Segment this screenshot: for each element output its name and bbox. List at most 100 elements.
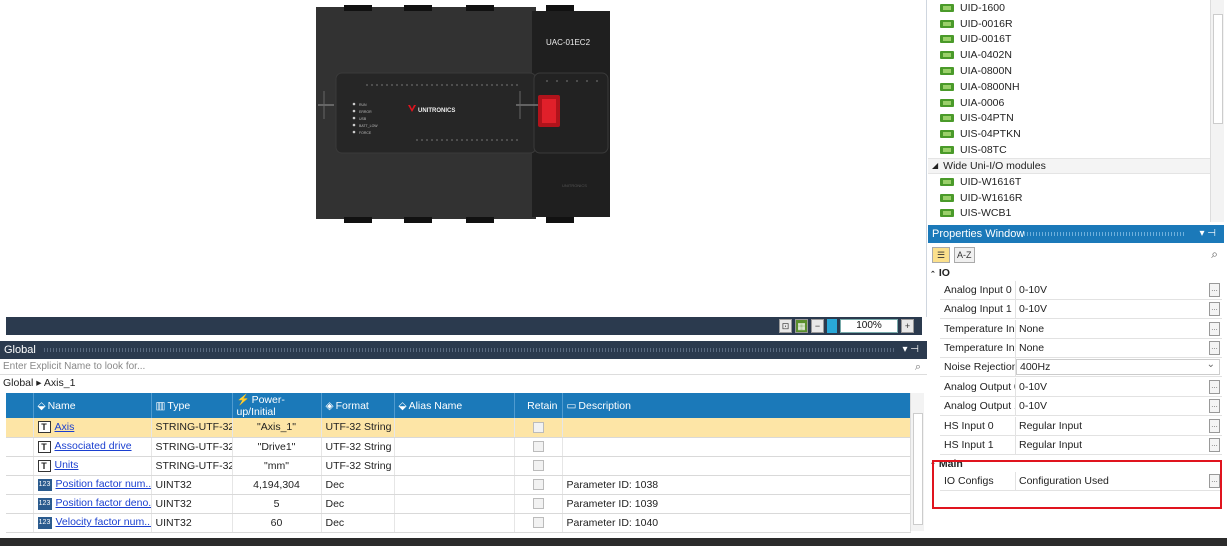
tag-initial-cell[interactable]: "mm" — [232, 456, 322, 476]
property-row[interactable]: Temperature In... None… — [940, 320, 1222, 339]
property-row[interactable]: Analog Output 0 0-10V… — [940, 378, 1222, 397]
grid-icon[interactable]: ▦ — [795, 319, 808, 333]
pin-icon[interactable]: ▾ ⊣ — [902, 341, 919, 359]
property-row[interactable]: Temperature In... None… — [940, 339, 1222, 358]
table-row[interactable]: 123 Velocity factor num... UINT32 60 Dec … — [6, 513, 911, 533]
table-row[interactable]: T Units STRING-UTF-32 "mm" UTF-32 String — [6, 456, 911, 476]
breadcrumb-leaf[interactable]: Axis_1 — [44, 377, 76, 389]
tag-alias-cell[interactable] — [394, 456, 515, 476]
tag-type-cell[interactable]: STRING-UTF-32 — [151, 456, 233, 476]
breadcrumb-root[interactable]: Global — [3, 377, 33, 389]
property-editor-button[interactable]: … — [1209, 399, 1220, 413]
tag-description-cell[interactable]: Parameter ID: 1038 — [562, 475, 911, 495]
tag-description-cell[interactable] — [562, 437, 911, 457]
retain-checkbox[interactable] — [532, 421, 544, 433]
retain-checkbox-cell[interactable] — [514, 513, 563, 533]
tag-type-cell[interactable]: UINT32 — [151, 513, 233, 533]
tag-initial-cell[interactable]: 60 — [232, 513, 322, 533]
tag-description-cell[interactable] — [562, 418, 911, 438]
retain-checkbox-cell[interactable] — [514, 475, 563, 495]
tag-format-cell[interactable]: Dec — [321, 513, 395, 533]
tag-name-cell[interactable]: 123 Velocity factor num... — [33, 513, 152, 533]
global-search-input[interactable]: Enter Explicit Name to look for... ⌕ — [0, 360, 927, 375]
category-io[interactable]: ⌃ IO — [930, 267, 950, 279]
list-item[interactable]: UID-W1616T — [928, 174, 1210, 190]
property-editor-button[interactable]: … — [1209, 419, 1220, 433]
list-item[interactable]: UIA-0800N — [928, 63, 1210, 79]
property-row[interactable]: HS Input 1 Regular Input… — [940, 436, 1222, 455]
module-group-header[interactable]: ◢ Wide Uni-I/O modules — [928, 157, 1210, 174]
property-row[interactable]: HS Input 0 Regular Input… — [940, 417, 1222, 436]
noise-rejection-select[interactable]: 400Hz — [1016, 359, 1220, 375]
retain-checkbox-cell[interactable] — [514, 418, 563, 438]
tag-name-cell[interactable]: 123 Position factor num... — [33, 475, 152, 495]
tag-format-cell[interactable]: UTF-32 String — [321, 437, 395, 457]
tag-type-cell[interactable]: UINT32 — [151, 475, 233, 495]
sort-az-button[interactable]: A-Z — [954, 247, 975, 263]
tag-format-cell[interactable]: Dec — [321, 494, 395, 514]
tag-name-cell[interactable]: 123 Position factor deno... — [33, 494, 152, 514]
tag-name-cell[interactable]: T Associated drive — [33, 437, 152, 457]
zoom-level[interactable]: 100% — [840, 319, 898, 333]
property-editor-button[interactable]: … — [1209, 322, 1220, 336]
categorized-view-icon[interactable]: ☰ — [932, 247, 950, 263]
zoom-in-icon[interactable]: + — [901, 319, 914, 333]
column-header-description[interactable]: ▭ Description — [562, 393, 911, 418]
property-editor-button[interactable]: … — [1209, 341, 1220, 355]
tag-description-cell[interactable]: Parameter ID: 1040 — [562, 513, 911, 533]
plc-device-image[interactable]: RUN ERROR USB BATT_LOW FORCE UNITRONICS … — [316, 5, 612, 223]
tag-alias-cell[interactable] — [394, 494, 515, 514]
tag-alias-cell[interactable] — [394, 418, 515, 438]
tag-initial-cell[interactable]: 4,194,304 — [232, 475, 322, 495]
search-icon[interactable]: ⌕ — [915, 360, 921, 374]
tag-description-cell[interactable]: Parameter ID: 1039 — [562, 494, 911, 514]
list-item[interactable]: UIA-0800NH — [928, 79, 1210, 95]
search-icon[interactable]: ⌕ — [1211, 247, 1218, 262]
tag-type-cell[interactable]: STRING-UTF-32 — [151, 437, 233, 457]
list-item[interactable]: UID-0016R — [928, 16, 1210, 32]
retain-checkbox-cell[interactable] — [514, 437, 563, 457]
table-row[interactable]: T Associated drive STRING-UTF-32 "Drive1"… — [6, 437, 911, 457]
tag-alias-cell[interactable] — [394, 475, 515, 495]
list-item[interactable]: UID-1600 — [928, 0, 1210, 16]
tag-initial-cell[interactable]: 5 — [232, 494, 322, 514]
column-header-format[interactable]: ◈ Format — [321, 393, 395, 418]
table-row[interactable]: 123 Position factor num... UINT32 4,194,3… — [6, 475, 911, 495]
zoom-slider[interactable] — [827, 319, 837, 333]
property-editor-button[interactable]: … — [1209, 283, 1220, 297]
property-row[interactable]: Analog Input 1 0-10V… — [940, 300, 1222, 319]
zoom-fit-icon[interactable]: ⊡ — [779, 319, 792, 333]
retain-checkbox[interactable] — [532, 441, 544, 453]
hardware-canvas[interactable]: RUN ERROR USB BATT_LOW FORCE UNITRONICS … — [0, 0, 927, 317]
column-header-name[interactable]: ⬙ Name — [33, 393, 152, 418]
property-row[interactable]: Noise Rejection 400Hz — [940, 358, 1222, 377]
list-item[interactable]: UID-0016T — [928, 32, 1210, 48]
column-header-initial[interactable]: ⚡ Power-up/Initial — [232, 393, 322, 418]
retain-checkbox[interactable] — [532, 479, 544, 491]
zoom-out-icon[interactable]: − — [811, 319, 824, 333]
tag-format-cell[interactable]: UTF-32 String — [321, 456, 395, 476]
tag-alias-cell[interactable] — [394, 513, 515, 533]
property-editor-button[interactable]: … — [1209, 380, 1220, 394]
tag-description-cell[interactable] — [562, 456, 911, 476]
list-item[interactable]: UIS-WCB1 — [928, 206, 1210, 222]
retain-checkbox-cell[interactable] — [514, 456, 563, 476]
list-item[interactable]: UIS-04PTKN — [928, 126, 1210, 142]
pin-icon[interactable]: ▾ ⊣ — [1199, 225, 1216, 243]
retain-checkbox-cell[interactable] — [514, 494, 563, 514]
tag-format-cell[interactable]: UTF-32 String — [321, 418, 395, 438]
scrollbar-thumb[interactable] — [913, 413, 923, 525]
tag-name-cell[interactable]: T Units — [33, 456, 152, 476]
column-header-type[interactable]: ▥ Type — [151, 393, 233, 418]
property-row[interactable]: Analog Output 1 0-10V… — [940, 397, 1222, 416]
list-item[interactable]: UID-W1616R — [928, 190, 1210, 206]
retain-checkbox[interactable] — [532, 460, 544, 472]
tag-type-cell[interactable]: STRING-UTF-32 — [151, 418, 233, 438]
retain-checkbox[interactable] — [532, 498, 544, 510]
list-item[interactable]: UIS-04PTN — [928, 111, 1210, 127]
table-row[interactable]: 123 Position factor deno... UINT32 5 Dec … — [6, 494, 911, 514]
property-row[interactable]: Analog Input 0 0-10V… — [940, 281, 1222, 300]
scrollbar-thumb[interactable] — [1213, 14, 1223, 124]
retain-checkbox[interactable] — [532, 517, 544, 529]
table-scrollbar[interactable] — [910, 393, 924, 531]
